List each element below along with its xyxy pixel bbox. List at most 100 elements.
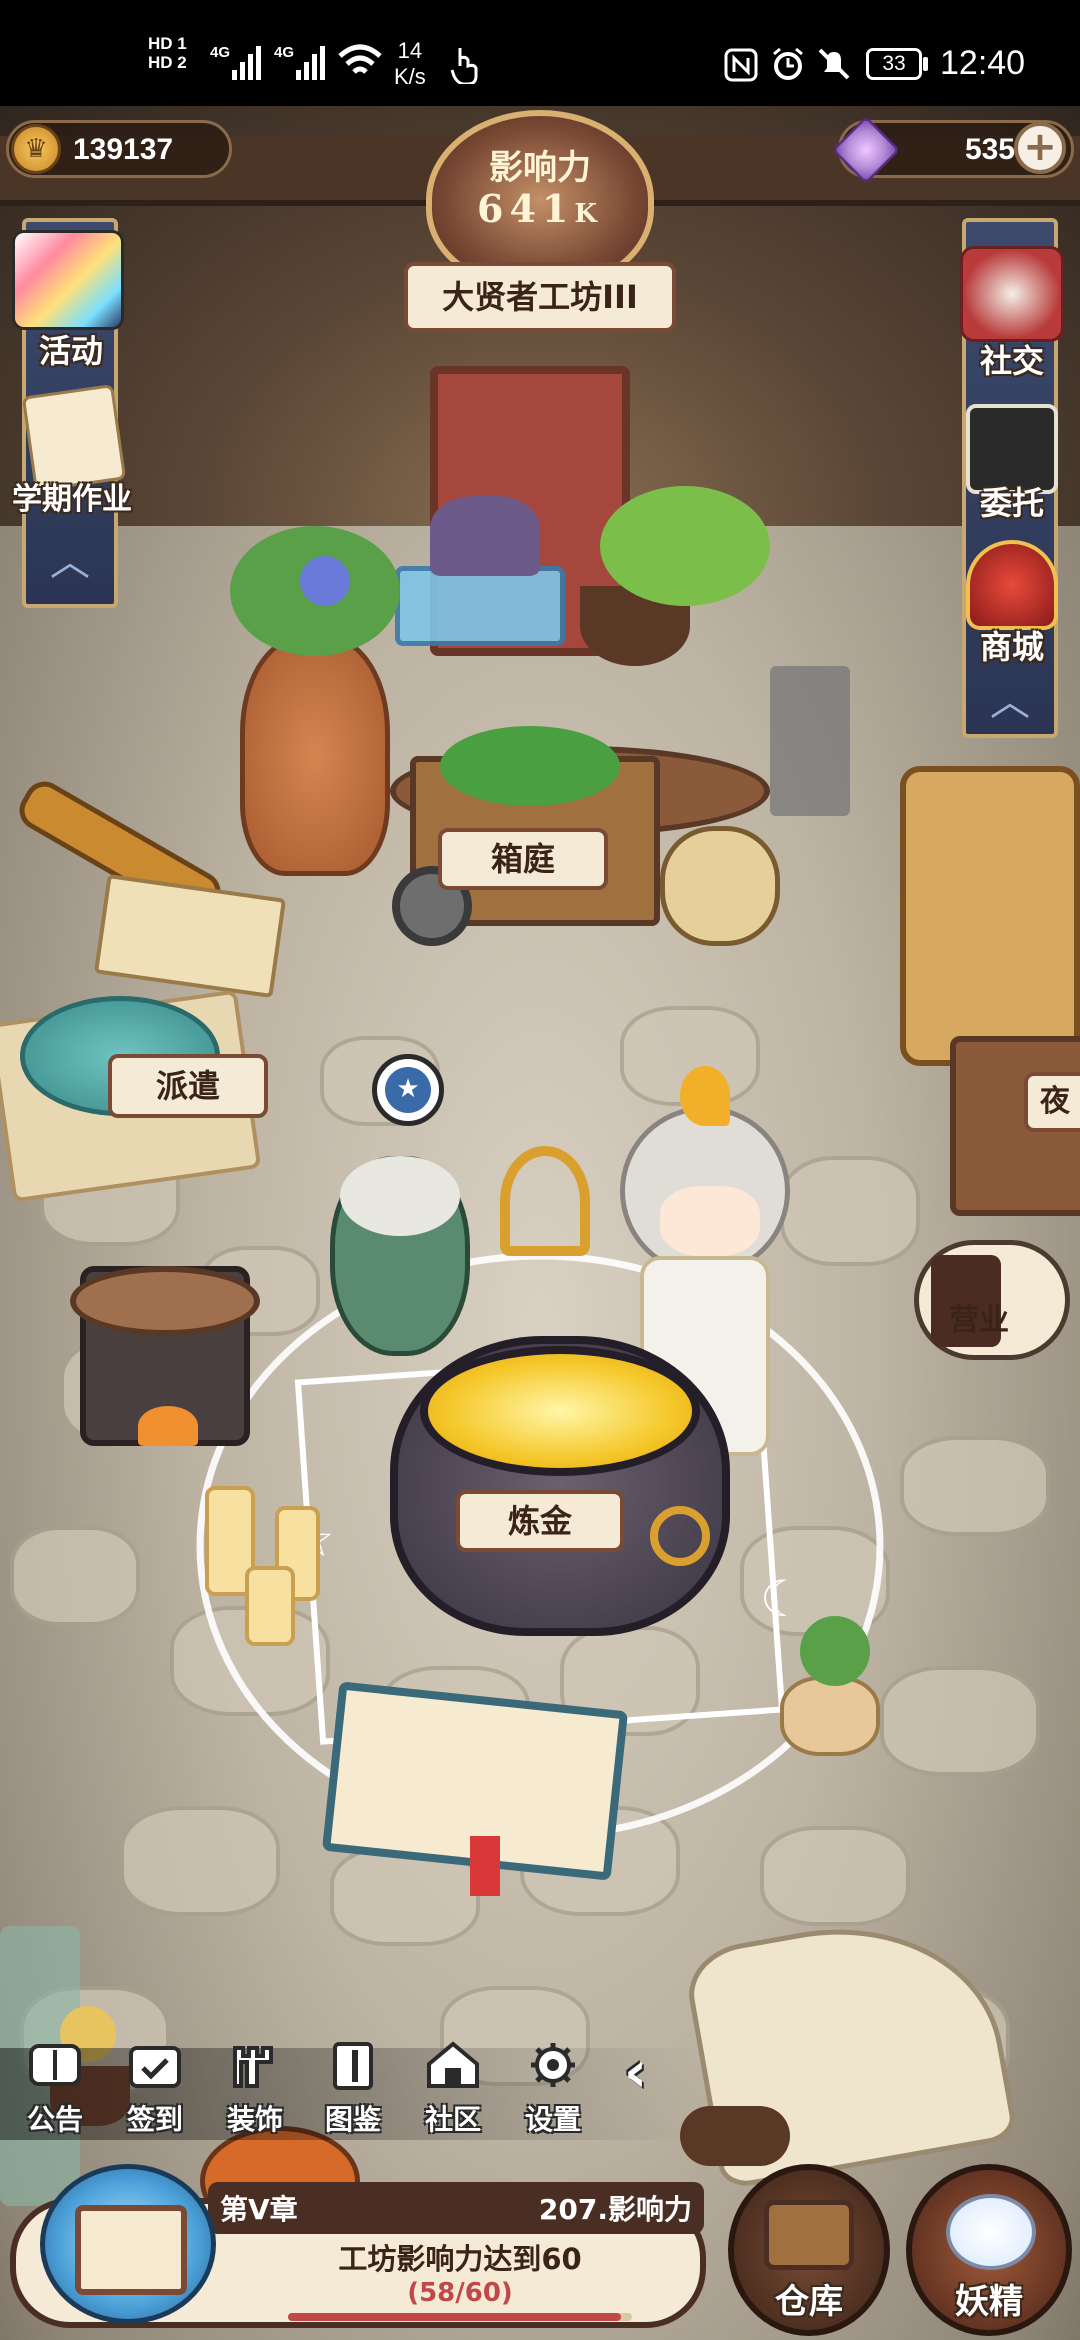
battery-indicator: 33 <box>866 48 922 80</box>
decorate-button[interactable]: 装饰 <box>210 2040 300 2138</box>
sim2-label: HD 2 <box>148 53 187 72</box>
influence-unit: K <box>574 199 603 229</box>
gold-counter[interactable]: ♛ 139137 <box>6 120 232 178</box>
battery-tip <box>923 57 928 71</box>
warehouse-button[interactable]: 仓库 <box>728 2164 890 2336</box>
quest-task: 工坊影响力达到60 <box>338 2242 582 2276</box>
candle <box>245 1566 295 1646</box>
codex-button[interactable]: 图鉴 <box>308 2040 398 2138</box>
influence-value: 641 <box>477 186 575 231</box>
quest-progress-text: (58/60) <box>407 2278 513 2308</box>
collapse-up-icon[interactable]: ︿ <box>984 680 1036 724</box>
character-face <box>660 1186 760 1256</box>
gold-amount: 139137 <box>73 133 174 166</box>
community-label: 社区 <box>424 2103 481 2136</box>
touch-hand-icon <box>450 48 478 84</box>
cobblestone <box>880 1666 1040 1776</box>
treasure-chest-icon <box>764 2200 854 2270</box>
influence-amount: 641K <box>422 186 658 231</box>
checkin-button[interactable]: 签到 <box>110 2040 200 2138</box>
cauldron-brew <box>420 1346 700 1476</box>
community-button[interactable]: 社区 <box>408 2040 498 2138</box>
fairy-label: 妖精 <box>955 2282 1023 2322</box>
social-button[interactable]: 社交 <box>950 336 1074 382</box>
vine-plant <box>600 486 770 606</box>
add-gems-button[interactable]: + <box>1014 122 1066 174</box>
business-label: 营业 <box>949 1303 1009 1338</box>
alchemy-label[interactable]: 炼金 <box>456 1490 624 1552</box>
nfc-icon <box>724 48 758 82</box>
quest-book-frame[interactable] <box>40 2164 216 2324</box>
sim-indicators: HD 1 HD 2 <box>148 34 187 72</box>
shop-icon <box>966 540 1058 630</box>
collapse-up-icon[interactable]: ︿ <box>44 540 96 584</box>
mandrake-leaves <box>800 1616 870 1686</box>
mute-bell-icon <box>818 48 850 80</box>
workshop-name-banner[interactable]: 大贤者工坊III <box>404 262 676 332</box>
decorate-label: 装饰 <box>226 2103 283 2136</box>
event-button[interactable]: 活动 <box>8 326 134 372</box>
status-bar: HD 1 HD 2 4G 4G 14 K/s 33 12:40 <box>0 0 1080 106</box>
garden-label[interactable]: 箱庭 <box>438 828 608 890</box>
dispatch-label[interactable]: 派遣 <box>108 1054 268 1118</box>
game-scene[interactable]: ☆ ☾ ★ <box>0 106 1080 2340</box>
garden-tools <box>770 666 850 816</box>
network1-label: 4G <box>210 44 231 61</box>
codex-label: 图鉴 <box>324 2103 381 2136</box>
fairy-icon <box>946 2194 1036 2270</box>
workbench <box>900 766 1080 1066</box>
star-icon: ★ <box>385 1067 431 1113</box>
signal2-icon <box>296 46 325 80</box>
stove-fire <box>138 1406 198 1446</box>
board-icon <box>29 2044 81 2086</box>
quest-progress-fill <box>288 2313 621 2321</box>
book-ribbon <box>470 1836 500 1896</box>
settings-button[interactable]: 设置 <box>508 2040 598 2138</box>
svg-text:☾: ☾ <box>760 1570 805 1628</box>
stove-pot <box>70 1266 260 1336</box>
quest-progress-track <box>288 2313 632 2321</box>
book-icon <box>333 2042 373 2090</box>
warehouse-label: 仓库 <box>775 2282 843 2322</box>
flower-vase <box>240 636 390 876</box>
mandrake <box>780 1676 880 1756</box>
sim1-label: HD 1 <box>148 34 187 53</box>
gem-amount: 535 <box>964 133 1015 166</box>
notice-label: 公告 <box>26 2103 83 2136</box>
quest-book-icon <box>75 2205 187 2295</box>
teapot <box>660 826 780 946</box>
gold-coin-icon: ♛ <box>11 124 61 174</box>
side-cabinet-label[interactable]: 夜 <box>1024 1072 1080 1132</box>
creature-mane <box>340 1156 460 1236</box>
cart-greens <box>440 726 620 806</box>
cauldron-ring <box>650 1506 710 1566</box>
purple-plant <box>430 496 540 576</box>
wifi-icon <box>338 44 382 74</box>
checkin-label: 签到 <box>126 2103 183 2136</box>
open-map-book <box>93 873 287 999</box>
commission-button[interactable]: 委托 <box>950 478 1074 524</box>
net-speed-unit: K/s <box>394 64 426 89</box>
golden-candle-holder <box>500 1146 590 1256</box>
shop-button[interactable]: 商城 <box>950 622 1074 668</box>
quest-chapter: 第V章 <box>220 2193 298 2226</box>
battery-level: 33 <box>882 52 906 75</box>
signal1-icon <box>232 46 261 80</box>
network2-label: 4G <box>274 44 295 61</box>
settings-label: 设置 <box>524 2103 581 2136</box>
net-speed: 14 K/s <box>394 38 426 90</box>
collapse-toolbar-button[interactable]: ‹ <box>624 2045 674 2106</box>
net-speed-value: 14 <box>397 38 423 63</box>
hair-ornament <box>680 1066 730 1126</box>
influence-title: 影响力 <box>489 148 591 188</box>
homework-button[interactable]: 学期作业 <box>0 474 144 518</box>
business-button[interactable]: 营业 <box>914 1240 1070 1360</box>
gear-icon <box>531 2043 575 2087</box>
calendar-check-icon <box>129 2046 181 2088</box>
house-icon <box>427 2041 479 2088</box>
notice-button[interactable]: 公告 <box>10 2040 100 2138</box>
fairy-button[interactable]: 妖精 <box>906 2164 1072 2336</box>
speech-bubble[interactable]: ★ <box>372 1054 444 1126</box>
cobblestone <box>10 1526 140 1626</box>
social-icon <box>960 246 1064 342</box>
